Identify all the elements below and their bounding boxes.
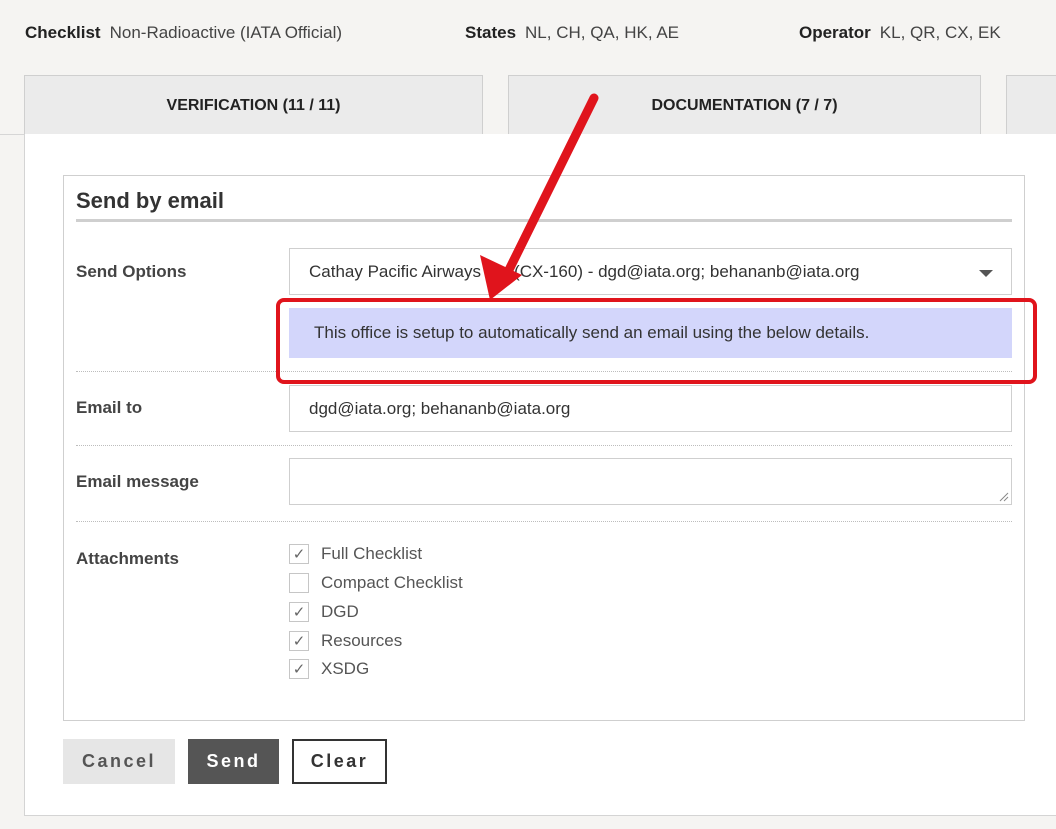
- checkbox-xsdg[interactable]: ✓: [289, 659, 309, 679]
- attachment-compact-checklist[interactable]: Compact Checklist: [289, 572, 463, 594]
- email-message-label: Email message: [76, 472, 199, 491]
- attachment-label: Full Checklist: [321, 544, 423, 563]
- checkbox-full-checklist[interactable]: ✓: [289, 544, 309, 564]
- attachment-resources[interactable]: ✓ Resources: [289, 630, 402, 652]
- panel-title: Send by email: [76, 188, 224, 213]
- checklist-summary-bar: Checklist Non-Radioactive (IATA Official)…: [0, 0, 1056, 66]
- email-to-label: Email to: [76, 398, 143, 417]
- clear-button[interactable]: Clear: [292, 739, 387, 784]
- attachment-label: XSDG: [321, 659, 370, 678]
- send-button[interactable]: Send: [188, 739, 279, 784]
- attachment-label: Resources: [321, 631, 403, 650]
- row-divider: [76, 521, 1012, 522]
- states-label: States: [465, 23, 517, 42]
- operator-label: Operator: [799, 23, 871, 42]
- attachment-xsdg[interactable]: ✓ XSDG: [289, 658, 369, 680]
- attachment-full-checklist[interactable]: ✓ Full Checklist: [289, 543, 422, 565]
- checkbox-compact-checklist[interactable]: [289, 573, 309, 593]
- tab-next[interactable]: [1006, 75, 1056, 135]
- email-to-field[interactable]: dgd@iata.org; behananb@iata.org: [289, 385, 1012, 432]
- email-message-field[interactable]: [289, 458, 1012, 505]
- checkbox-resources[interactable]: ✓: [289, 631, 309, 651]
- states-info: States NL, CH, QA, HK, AE: [465, 23, 679, 43]
- attachments-label: Attachments: [76, 549, 179, 568]
- checklist-label: Checklist: [25, 23, 101, 42]
- chevron-down-icon[interactable]: [979, 270, 993, 277]
- operator-info: Operator KL, QR, CX, EK: [799, 23, 1001, 43]
- send-options-label: Send Options: [76, 262, 187, 281]
- checkbox-dgd[interactable]: ✓: [289, 602, 309, 622]
- checklist-value: Non-Radioactive (IATA Official): [109, 23, 343, 42]
- checklist-info: Checklist Non-Radioactive (IATA Official): [25, 23, 342, 43]
- operator-value: KL, QR, CX, EK: [879, 23, 1001, 42]
- tab-verification[interactable]: VERIFICATION (11 / 11): [24, 75, 483, 135]
- states-value: NL, CH, QA, HK, AE: [525, 23, 680, 42]
- tab-documentation[interactable]: DOCUMENTATION (7 / 7): [508, 75, 981, 135]
- title-divider: [76, 219, 1012, 222]
- send-options-select[interactable]: Cathay Pacific Airways Ltd (CX-160) - dg…: [289, 248, 1012, 295]
- attachment-label: DGD: [321, 602, 359, 621]
- cancel-button[interactable]: Cancel: [63, 739, 175, 784]
- annotation-highlight-box: [276, 298, 1037, 384]
- resize-handle-icon[interactable]: [999, 492, 1009, 502]
- attachment-dgd[interactable]: ✓ DGD: [289, 601, 359, 623]
- attachment-label: Compact Checklist: [321, 573, 463, 592]
- row-divider: [76, 445, 1012, 446]
- send-options-value: Cathay Pacific Airways Ltd (CX-160) - dg…: [309, 262, 860, 281]
